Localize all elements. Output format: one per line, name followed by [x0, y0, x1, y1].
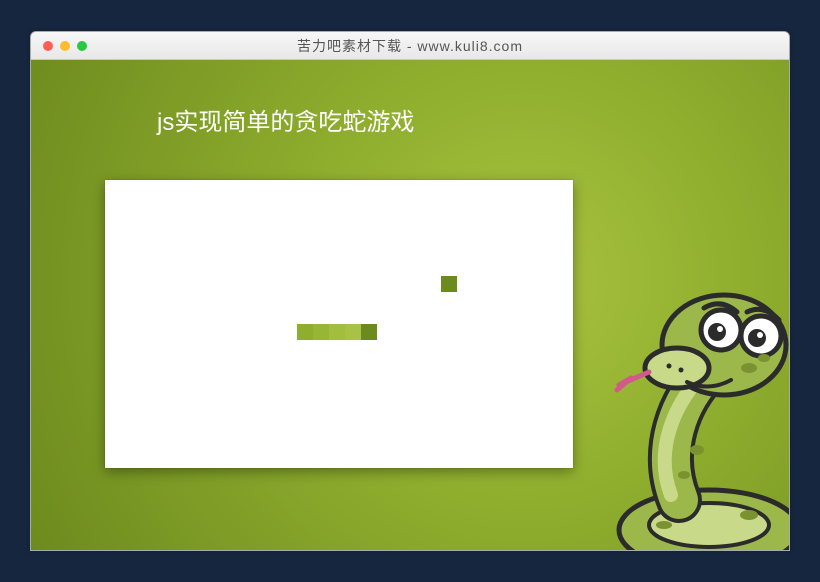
game-board[interactable] — [105, 180, 573, 468]
titlebar: 苦力吧素材下载 - www.kuli8.com — [31, 32, 789, 60]
minimize-icon[interactable] — [60, 41, 70, 51]
traffic-lights — [43, 41, 87, 51]
snake-body — [313, 324, 329, 340]
food — [441, 276, 457, 292]
maximize-icon[interactable] — [77, 41, 87, 51]
snake-body — [345, 324, 361, 340]
page-title: js实现简单的贪吃蛇游戏 — [157, 102, 414, 137]
snake-mascot — [509, 250, 789, 550]
snake-body — [329, 324, 345, 340]
window-title: 苦力吧素材下载 - www.kuli8.com — [31, 36, 789, 56]
close-icon[interactable] — [43, 41, 53, 51]
page-content: js实现简单的贪吃蛇游戏 — [31, 60, 789, 550]
browser-window: 苦力吧素材下载 - www.kuli8.com js实现简单的贪吃蛇游戏 — [30, 31, 790, 551]
snake-body — [297, 324, 313, 340]
snake-head — [361, 324, 377, 340]
